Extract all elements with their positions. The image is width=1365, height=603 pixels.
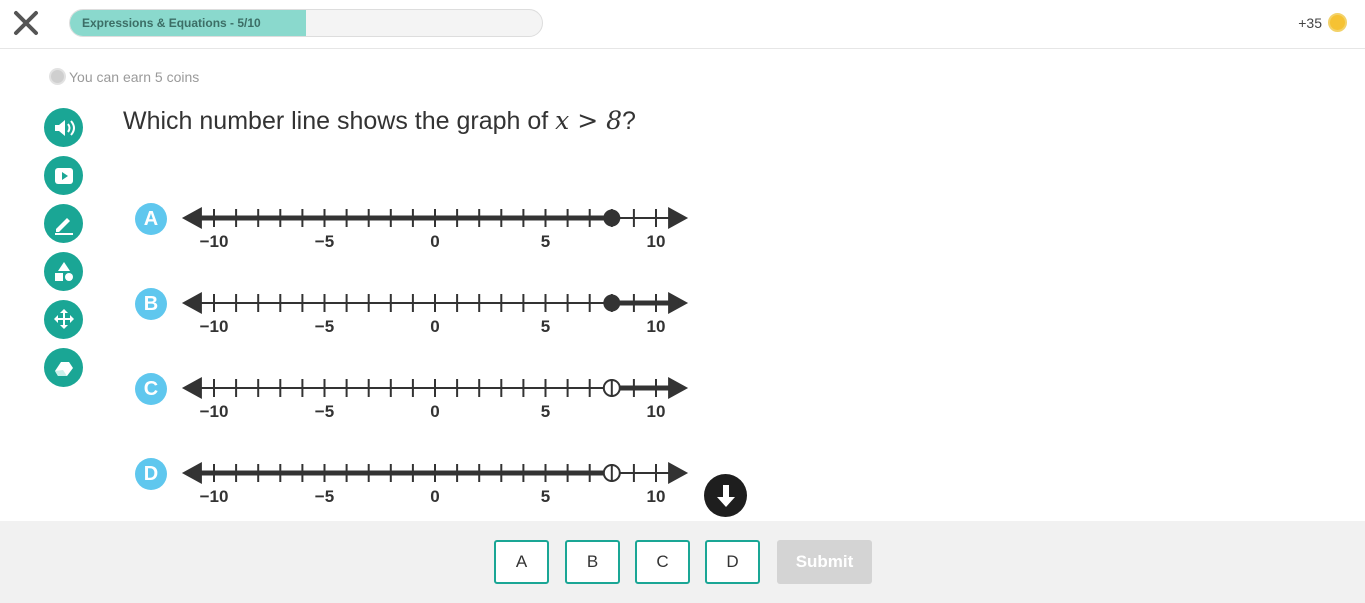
question-math: x > 8 — [555, 106, 623, 135]
answer-bar: A B C D Submit — [0, 521, 1365, 603]
tick-label: −10 — [200, 487, 229, 506]
tick-label: 10 — [647, 232, 666, 251]
tick-label: 10 — [647, 317, 666, 336]
pencil-icon[interactable] — [44, 204, 83, 243]
closed-point — [603, 294, 621, 312]
question-prefix: Which number line shows the graph of — [123, 107, 556, 135]
tick-label: −10 — [200, 232, 229, 251]
choice-letter-badge[interactable]: C — [135, 373, 167, 405]
earn-coins-note: You can earn 5 coins — [49, 68, 199, 85]
tick-label: −5 — [315, 232, 334, 251]
question-suffix: ? — [622, 107, 636, 135]
tick-label: −5 — [315, 487, 334, 506]
tick-label: −10 — [200, 402, 229, 421]
coin-icon — [1328, 13, 1347, 32]
arrow-right — [668, 207, 689, 229]
arrow-right — [668, 462, 689, 484]
answer-button-c[interactable]: C — [635, 540, 690, 584]
arrow-down-icon — [716, 484, 735, 507]
choice-a[interactable]: A −10 −5 0 5 10 — [130, 195, 750, 255]
tick-label: −5 — [315, 317, 334, 336]
choice-letter-badge[interactable]: A — [135, 203, 167, 235]
question-text: Which number line shows the graph of x >… — [123, 106, 636, 136]
close-icon[interactable] — [13, 10, 39, 36]
shapes-icon[interactable] — [44, 252, 83, 291]
tick-label: 0 — [430, 232, 439, 251]
coin-counter: +35 — [1298, 13, 1347, 32]
tick-label: 5 — [541, 317, 550, 336]
tick-label: 0 — [430, 487, 439, 506]
answer-button-a[interactable]: A — [494, 540, 549, 584]
tick-label: −5 — [315, 402, 334, 421]
number-line: −10 −5 0 5 10 — [181, 377, 689, 421]
video-icon[interactable] — [44, 156, 83, 195]
move-icon[interactable] — [44, 300, 83, 339]
number-line: −10 −5 0 5 10 — [181, 292, 689, 336]
coin-count: +35 — [1298, 14, 1322, 31]
tick-label: 5 — [541, 232, 550, 251]
progress-bar: Expressions & Equations - 5/10 — [69, 9, 543, 37]
choice-letter-badge[interactable]: B — [135, 288, 167, 320]
scroll-down-button[interactable] — [704, 474, 747, 517]
tick-label: 0 — [430, 317, 439, 336]
tick-label: −10 — [200, 317, 229, 336]
answer-button-b[interactable]: B — [565, 540, 620, 584]
top-bar: Expressions & Equations - 5/10 +35 — [0, 0, 1365, 49]
choice-b[interactable]: B −10 −5 0 5 10 — [130, 280, 750, 340]
earn-label: You can earn 5 coins — [69, 68, 200, 85]
tick-label: 5 — [541, 402, 550, 421]
choice-c[interactable]: C −10 −5 0 5 10 — [130, 365, 750, 425]
arrow-left — [181, 292, 202, 314]
arrow-left — [181, 377, 202, 399]
submit-button[interactable]: Submit — [777, 540, 872, 584]
tick-label: 10 — [647, 487, 666, 506]
coin-icon — [49, 68, 66, 85]
answer-button-d[interactable]: D — [705, 540, 760, 584]
tick-label: 10 — [647, 402, 666, 421]
tick-label: 0 — [430, 402, 439, 421]
choice-d[interactable]: D −10 −5 0 5 10 — [130, 450, 750, 510]
progress-label: Expressions & Equations - 5/10 — [82, 16, 261, 30]
read-aloud-icon[interactable] — [44, 108, 83, 147]
tool-sidebar — [44, 108, 83, 396]
number-line: −10 −5 0 5 10 — [181, 462, 689, 506]
tick-label: 5 — [541, 487, 550, 506]
number-line: −10 −5 0 5 10 — [181, 207, 689, 251]
choice-letter-badge[interactable]: D — [135, 458, 167, 490]
closed-point — [603, 209, 621, 227]
eraser-icon[interactable] — [44, 348, 83, 387]
